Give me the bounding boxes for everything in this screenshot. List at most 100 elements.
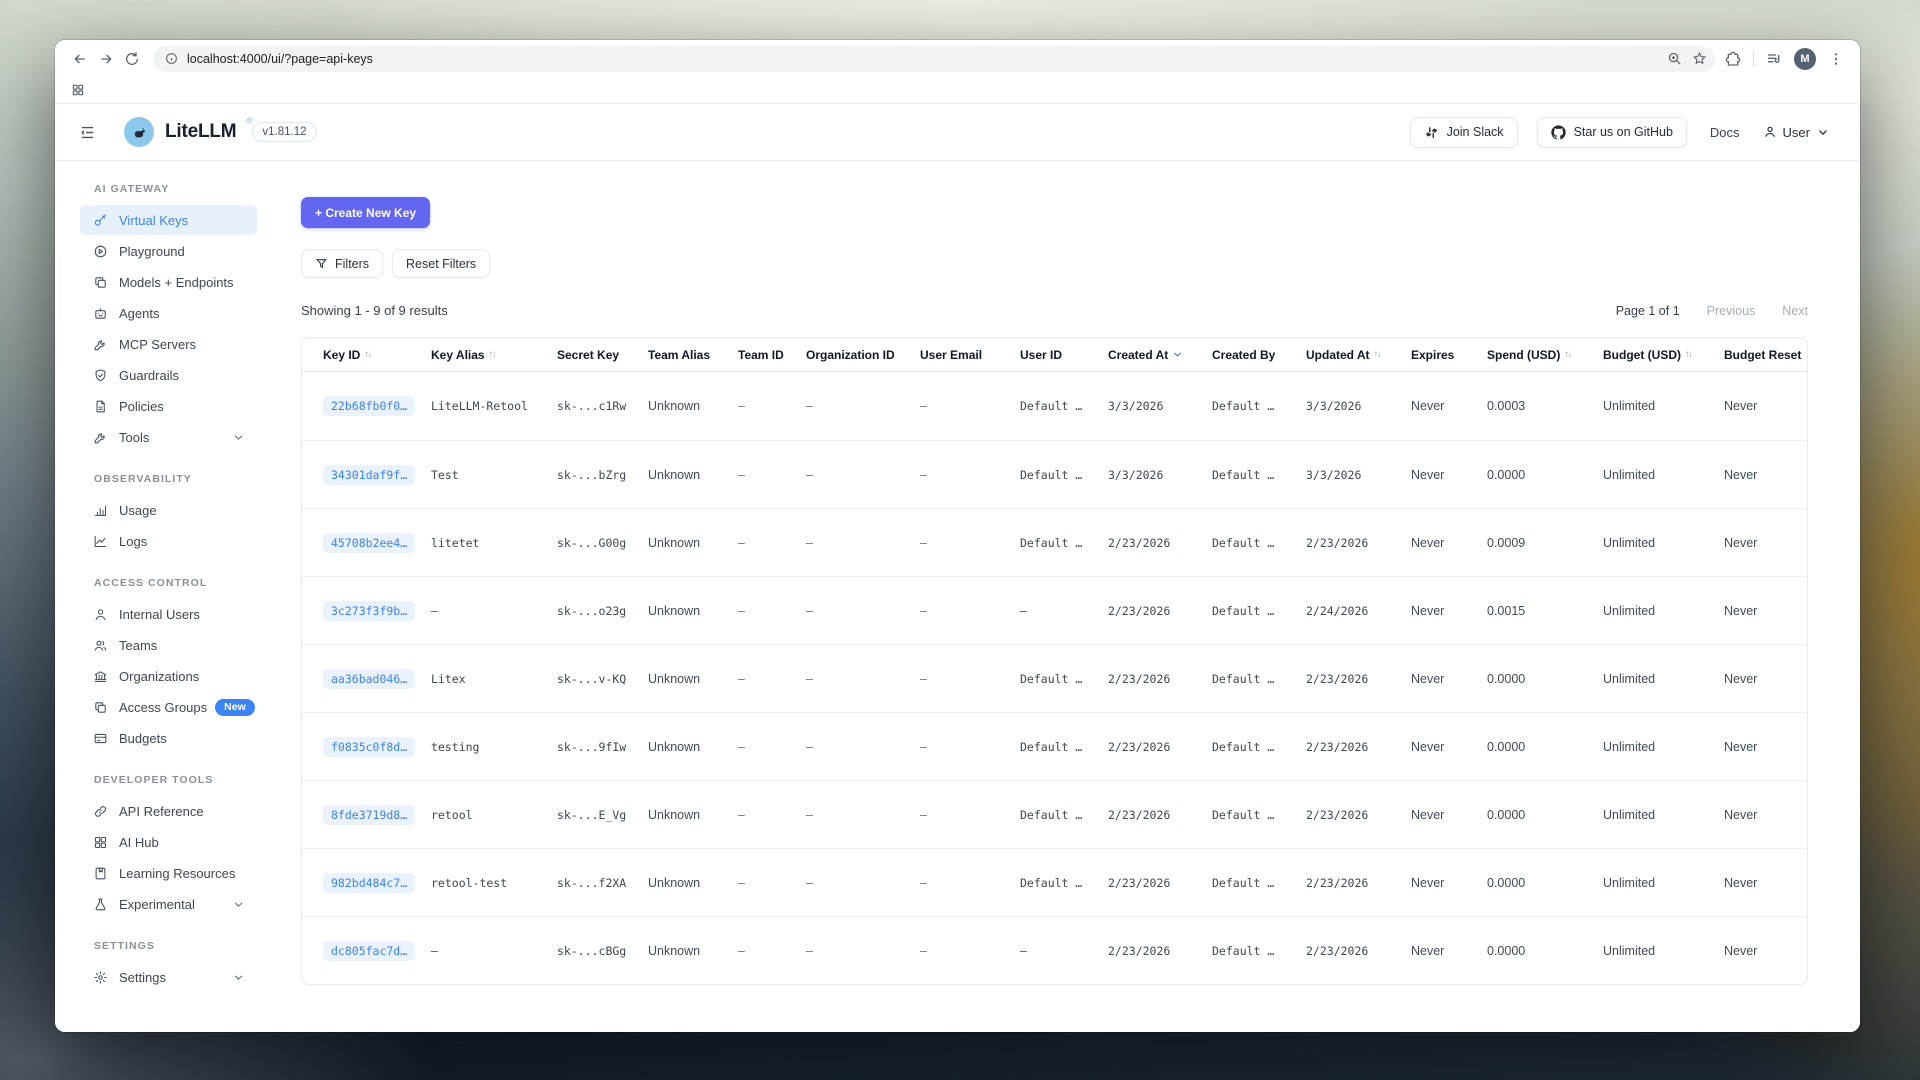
cell-team_id: – <box>738 399 806 413</box>
cell-spend_usd: 0.0000 <box>1487 468 1603 482</box>
cell-user_email: – <box>920 536 1020 550</box>
key-id-link[interactable]: 3c273f3f9b… <box>323 601 415 621</box>
main-content: + Create New Key Filters Reset Filters S… <box>258 161 1860 1032</box>
sidebar-item-mcp-servers[interactable]: MCP Servers <box>80 329 257 359</box>
join-slack-button[interactable]: Join Slack <box>1410 117 1518 148</box>
cell-spend_usd: 0.0000 <box>1487 740 1603 754</box>
column-header-key-id[interactable]: Key ID↑↓ <box>323 348 431 362</box>
wrench-icon <box>93 337 108 352</box>
cell-organization_id: – <box>806 944 920 958</box>
cell-created_by: Default … <box>1212 740 1306 754</box>
sidebar-item-settings[interactable]: Settings <box>80 962 257 992</box>
cell-created_at: 3/3/2026 <box>1108 399 1212 413</box>
user-menu[interactable]: User <box>1763 125 1830 140</box>
sidebar-item-organizations[interactable]: Organizations <box>80 661 257 691</box>
apps-grid-icon[interactable] <box>71 83 85 97</box>
pagination: Page 1 of 1 Previous Next <box>1616 304 1808 318</box>
url-text[interactable]: localhost:4000/ui/?page=api-keys <box>187 52 1657 66</box>
cell-expires: Never <box>1411 468 1487 482</box>
browser-profile-avatar[interactable]: M <box>1794 48 1816 70</box>
star-github-button[interactable]: Star us on GitHub <box>1537 117 1687 148</box>
sort-arrows-icon[interactable]: ↑↓ <box>489 349 496 360</box>
sort-chevron-down-icon[interactable] <box>1172 349 1183 360</box>
sidebar-item-label: Usage <box>119 503 157 518</box>
sidebar-item-usage[interactable]: Usage <box>80 495 257 525</box>
column-header-updated-at[interactable]: Updated At↑↓ <box>1306 348 1411 362</box>
key-id-link[interactable]: aa36bad046… <box>323 669 415 689</box>
key-id-link[interactable]: 45708b2ee4… <box>323 533 415 553</box>
zoom-page-icon[interactable] <box>1667 51 1682 66</box>
cell-team_alias: Unknown <box>648 944 738 958</box>
sidebar-item-experimental[interactable]: Experimental <box>80 889 257 919</box>
extensions-icon[interactable] <box>1725 51 1741 67</box>
cell-team_id: – <box>738 876 806 890</box>
create-new-key-button[interactable]: + Create New Key <box>301 197 430 228</box>
key-id-link[interactable]: 22b68fb0f0… <box>323 396 415 416</box>
cell-created_at: 2/23/2026 <box>1108 672 1212 686</box>
sidebar-item-teams[interactable]: Teams <box>80 630 257 660</box>
shield-check-icon <box>93 368 108 383</box>
bookmark-star-icon[interactable] <box>1692 51 1707 66</box>
page-indicator: Page 1 of 1 <box>1616 304 1680 318</box>
sparkle-icon: ❄ <box>245 116 253 127</box>
cell-created_at: 2/23/2026 <box>1108 604 1212 618</box>
tools-icon <box>93 430 108 445</box>
reading-list-icon[interactable] <box>1766 51 1782 67</box>
sidebar-item-api-reference[interactable]: API Reference <box>80 796 257 826</box>
browser-menu-icon[interactable] <box>1828 51 1844 67</box>
sidebar-collapse-icon[interactable] <box>79 124 96 141</box>
sidebar-item-label: Internal Users <box>119 607 200 622</box>
sidebar-item-policies[interactable]: Policies <box>80 391 257 421</box>
filters-button[interactable]: Filters <box>301 249 383 278</box>
column-label: Expires <box>1411 348 1454 362</box>
cell-budget_reset: Never <box>1724 399 1808 413</box>
sidebar-item-budgets[interactable]: Budgets <box>80 723 257 753</box>
sort-arrows-icon[interactable]: ↑↓ <box>1564 349 1571 360</box>
cell-key_alias: retool <box>431 808 557 822</box>
sidebar-item-logs[interactable]: Logs <box>80 526 257 556</box>
sort-arrows-icon[interactable]: ↑↓ <box>1374 349 1381 360</box>
cell-expires: Never <box>1411 944 1487 958</box>
brand[interactable]: LiteLLM <box>124 117 236 147</box>
sidebar-item-playground[interactable]: Playground <box>80 236 257 266</box>
sidebar-item-learning-resources[interactable]: Learning Resources <box>80 858 257 888</box>
reset-filters-button[interactable]: Reset Filters <box>392 249 490 278</box>
column-header-created-at[interactable]: Created At <box>1108 348 1212 362</box>
sidebar-item-ai-hub[interactable]: AI Hub <box>80 827 257 857</box>
column-header-spend-usd[interactable]: Spend (USD)↑↓ <box>1487 348 1603 362</box>
cell-secret_key: sk-...bZrg <box>557 468 648 482</box>
sidebar-item-internal-users[interactable]: Internal Users <box>80 599 257 629</box>
column-label: Team Alias <box>648 348 710 362</box>
key-id-link[interactable]: 8fde3719d8… <box>323 805 415 825</box>
next-page-button[interactable]: Next <box>1782 304 1808 318</box>
browser-back-button[interactable] <box>67 46 93 72</box>
sort-arrows-icon[interactable]: ↑↓ <box>1685 349 1692 360</box>
key-id-link[interactable]: f0835c0f8d… <box>323 737 415 757</box>
sidebar-item-access-groups[interactable]: Access GroupsNew <box>80 692 257 722</box>
sidebar-item-models-endpoints[interactable]: Models + Endpoints <box>80 267 257 297</box>
docs-link[interactable]: Docs <box>1710 125 1740 140</box>
key-id-link[interactable]: 34301daf9f… <box>323 465 415 485</box>
cell-budget_reset: Never <box>1724 672 1808 686</box>
sort-arrows-icon[interactable]: ↑↓ <box>364 349 371 360</box>
column-header-key-alias[interactable]: Key Alias↑↓ <box>431 348 557 362</box>
key-id-link[interactable]: 982bd484c7… <box>323 873 415 893</box>
column-header-budget-usd[interactable]: Budget (USD)↑↓ <box>1603 348 1724 362</box>
github-icon <box>1551 125 1566 140</box>
sidebar-item-virtual-keys[interactable]: Virtual Keys <box>80 205 257 235</box>
cell-user_email: – <box>920 876 1020 890</box>
cell-key_alias: Litex <box>431 672 557 686</box>
address-bar[interactable]: localhost:4000/ui/?page=api-keys <box>153 46 1715 72</box>
site-info-icon[interactable] <box>165 52 178 65</box>
cell-user_id: Default … <box>1020 740 1108 754</box>
user-icon <box>93 607 108 622</box>
sidebar-item-label: Settings <box>119 970 166 985</box>
sidebar-item-guardrails[interactable]: Guardrails <box>80 360 257 390</box>
sidebar-item-tools[interactable]: Tools <box>80 422 257 452</box>
cell-created_at: 3/3/2026 <box>1108 468 1212 482</box>
key-id-link[interactable]: dc805fac7d… <box>323 941 415 961</box>
browser-forward-button[interactable] <box>93 46 119 72</box>
browser-reload-button[interactable] <box>119 46 145 72</box>
previous-page-button[interactable]: Previous <box>1707 304 1756 318</box>
sidebar-item-agents[interactable]: Agents <box>80 298 257 328</box>
